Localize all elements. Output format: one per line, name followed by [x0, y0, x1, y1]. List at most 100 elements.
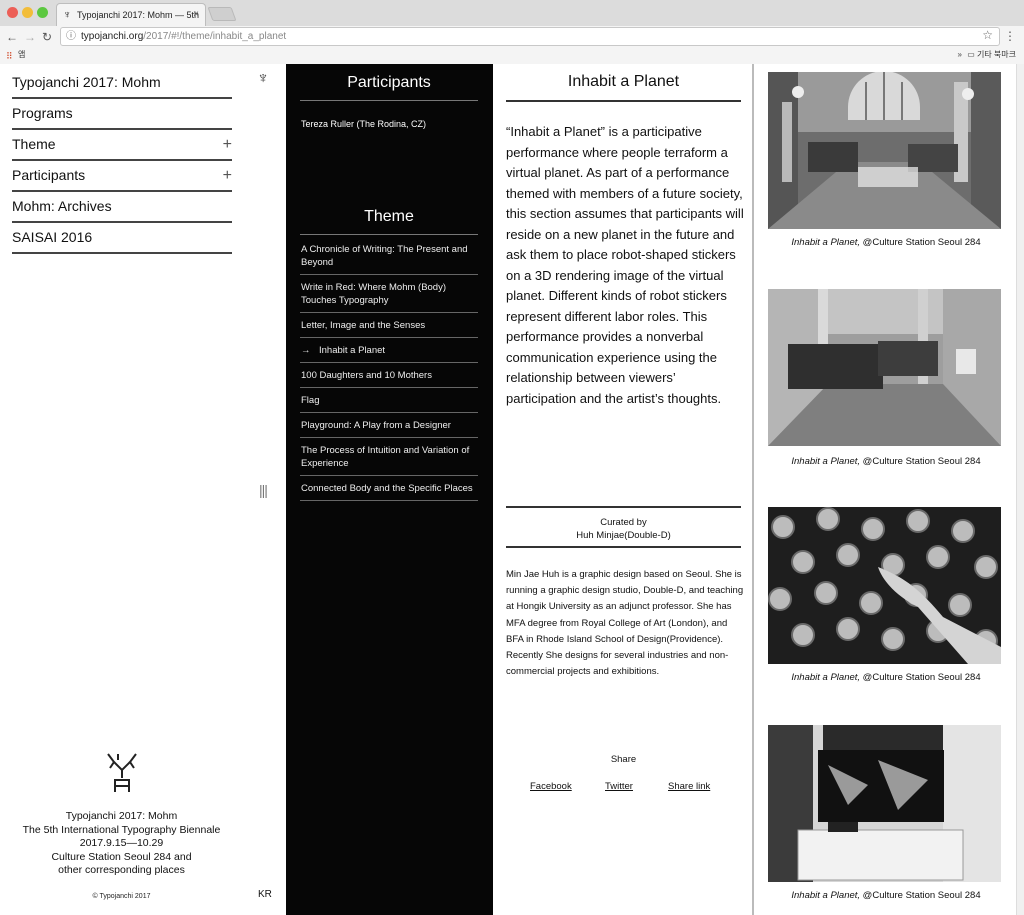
browser-chrome: ♆ Typojanchi 2017: Mohm — 5th × ← → ↻ ⓘ … [0, 0, 1024, 64]
photo-caption: Inhabit a Planet, @Culture Station Seoul… [766, 672, 1006, 683]
photo-caption: Inhabit a Planet, @Culture Station Seoul… [766, 456, 1006, 467]
nav-item-label: Programs [12, 105, 73, 121]
theme-item[interactable]: A Chronicle of Writing: The Present and … [300, 237, 478, 275]
curator-bio: Min Jae Huh is a graphic design based on… [506, 569, 744, 678]
browser-tab[interactable]: ♆ Typojanchi 2017: Mohm — 5th × [56, 3, 206, 26]
theme-item[interactable]: Playground: A Play from a Designer [300, 413, 478, 438]
nav-item-participants[interactable]: Participants + [12, 161, 232, 192]
browser-menu-icon[interactable]: ⋮ [1004, 29, 1016, 43]
tab-bar: ♆ Typojanchi 2017: Mohm — 5th × [0, 0, 1024, 26]
bookmarks-bar: ⠿ 앱 » ▭ 기타 북마크 [0, 48, 1024, 64]
back-arrow-icon[interactable]: ← [6, 28, 18, 46]
article-body: “Inhabit a Planet” is a participative pe… [506, 124, 744, 406]
caption-title: Inhabit a Planet, [791, 890, 861, 901]
nav-item-theme[interactable]: Theme + [12, 130, 232, 161]
url-domain: typojanchi.org [81, 31, 144, 42]
info-icon[interactable]: ⓘ [66, 28, 76, 45]
nav-item-saisai[interactable]: SAISAI 2016 [12, 223, 232, 254]
theme-item-label: Connected Body and the Specific Places [301, 483, 473, 494]
other-bookmarks-label: 기타 북마크 [976, 50, 1016, 59]
bookmark-star-icon[interactable]: ☆ [982, 27, 993, 44]
caption-title: Inhabit a Planet, [791, 456, 861, 467]
participant-link[interactable]: Tereza Ruller (The Rodina, CZ) [301, 119, 426, 129]
curator-name: Huh Minjae(Double-D) [576, 530, 671, 541]
share-label: Share [610, 754, 637, 765]
article-title: Inhabit a Planet [506, 73, 741, 102]
nav-item-programs[interactable]: Programs [12, 99, 232, 130]
page-scrollbar[interactable] [1016, 64, 1024, 915]
tab-close-icon[interactable]: × [193, 4, 199, 26]
festival-venue-more: other corresponding places [58, 864, 185, 876]
url-path: /2017/#!/theme/inhabit_a_planet [143, 31, 287, 42]
apps-grid-icon[interactable]: ⠿ [6, 49, 13, 63]
curator-box: Curated by Huh Minjae(Double-D) [506, 506, 741, 548]
festival-dates: 2017.9.15—10.29 [79, 837, 164, 849]
tab-title: Typojanchi 2017: Mohm — 5th [77, 10, 200, 20]
theme-heading: Theme [300, 208, 478, 235]
reload-icon[interactable]: ↻ [42, 28, 52, 46]
theme-item[interactable]: 100 Daughters and 10 Mothers [300, 363, 478, 388]
column-toggle-icon[interactable]: ||| [259, 482, 268, 498]
share-twitter-link[interactable]: Twitter [605, 781, 633, 792]
theme-sidebar: Participants Tereza Ruller (The Rodina, … [286, 64, 493, 915]
nav-item-label: Typojanchi 2017: Mohm [12, 74, 161, 90]
share-copy-link[interactable]: Share link [668, 781, 710, 792]
mohm-logo-icon[interactable]: ♆ [257, 70, 269, 88]
theme-item-label: Flag [301, 395, 320, 406]
close-window-button[interactable] [7, 7, 18, 18]
participants-heading: Participants [300, 74, 478, 101]
expand-plus-icon[interactable]: + [223, 161, 232, 190]
curated-by-label: Curated by [600, 517, 647, 528]
browser-toolbar: ← → ↻ ⓘ typojanchi.org/2017/#!/theme/inh… [0, 26, 1024, 48]
expand-plus-icon[interactable]: + [223, 130, 232, 159]
exhibition-hall-photo[interactable] [768, 72, 1001, 229]
caption-title: Inhabit a Planet, [791, 237, 861, 248]
theme-item-label: Letter, Image and the Senses [301, 320, 426, 331]
theme-item-label: 100 Daughters and 10 Mothers [301, 370, 432, 381]
maximize-window-button[interactable] [37, 7, 48, 18]
new-tab-button[interactable] [207, 7, 237, 21]
photo-gallery: Inhabit a Planet, @Culture Station Seoul… [756, 64, 1024, 915]
address-bar[interactable]: ⓘ typojanchi.org/2017/#!/theme/inhabit_a… [60, 27, 1000, 46]
theme-item-label: Playground: A Play from a Designer [301, 420, 451, 431]
theme-item[interactable]: Letter, Image and the Senses [300, 313, 478, 338]
caption-title: Inhabit a Planet, [791, 672, 861, 683]
theme-item[interactable]: Write in Red: Where Mohm (Body) Touches … [300, 275, 478, 313]
festival-venue: Culture Station Seoul 284 and [51, 850, 192, 863]
bookmarks-overflow-icon[interactable]: » [958, 48, 962, 62]
theme-item-active[interactable]: → Inhabit a Planet [300, 338, 478, 363]
caption-place: @Culture Station Seoul 284 [860, 890, 981, 901]
apps-label[interactable]: 앱 [18, 48, 25, 62]
forward-arrow-icon[interactable]: → [24, 28, 36, 46]
screen-display-photo[interactable] [768, 725, 1001, 882]
left-navigation: Typojanchi 2017: Mohm Programs Theme + Pa… [0, 64, 286, 915]
robot-stickers-closeup-photo[interactable] [768, 507, 1001, 664]
theme-list: A Chronicle of Writing: The Present and … [300, 237, 478, 501]
theme-item[interactable]: Flag [300, 388, 478, 413]
nav-item-label: SAISAI 2016 [12, 229, 93, 245]
theme-item-label: Write in Red: Where Mohm (Body) Touches … [301, 282, 447, 306]
festival-subtitle: The 5th International Typography Biennal… [22, 823, 221, 836]
caption-place: @Culture Station Seoul 284 [860, 672, 981, 683]
nav-item-label: Participants [12, 167, 86, 183]
festival-info: Typojanchi 2017: Mohm The 5th Internatio… [0, 810, 243, 878]
photo-caption: Inhabit a Planet, @Culture Station Seoul… [766, 890, 1006, 901]
exhibition-installation-photo[interactable] [768, 289, 1001, 446]
main-menu: Typojanchi 2017: Mohm Programs Theme + Pa… [12, 68, 232, 254]
figure-logo-svg [106, 753, 137, 792]
folder-icon: ▭ [967, 50, 977, 59]
festival-title: Typojanchi 2017: Mohm [65, 810, 178, 822]
theme-item[interactable]: Connected Body and the Specific Places [300, 476, 478, 501]
copyright: © Typojanchi 2017 [92, 893, 151, 900]
caption-place: @Culture Station Seoul 284 [860, 456, 981, 467]
language-toggle[interactable]: KR [258, 889, 272, 900]
nav-item-home[interactable]: Typojanchi 2017: Mohm [12, 68, 232, 99]
theme-item-label: Inhabit a Planet [319, 345, 386, 356]
nav-item-label: Mohm: Archives [12, 198, 112, 214]
other-bookmarks-folder[interactable]: ▭ 기타 북마크 [967, 48, 1016, 62]
nav-item-archives[interactable]: Mohm: Archives [12, 192, 232, 223]
theme-item[interactable]: The Process of Intuition and Variation o… [300, 438, 478, 476]
minimize-window-button[interactable] [22, 7, 33, 18]
photo-caption: Inhabit a Planet, @Culture Station Seoul… [766, 237, 1006, 248]
share-facebook-link[interactable]: Facebook [530, 781, 572, 792]
